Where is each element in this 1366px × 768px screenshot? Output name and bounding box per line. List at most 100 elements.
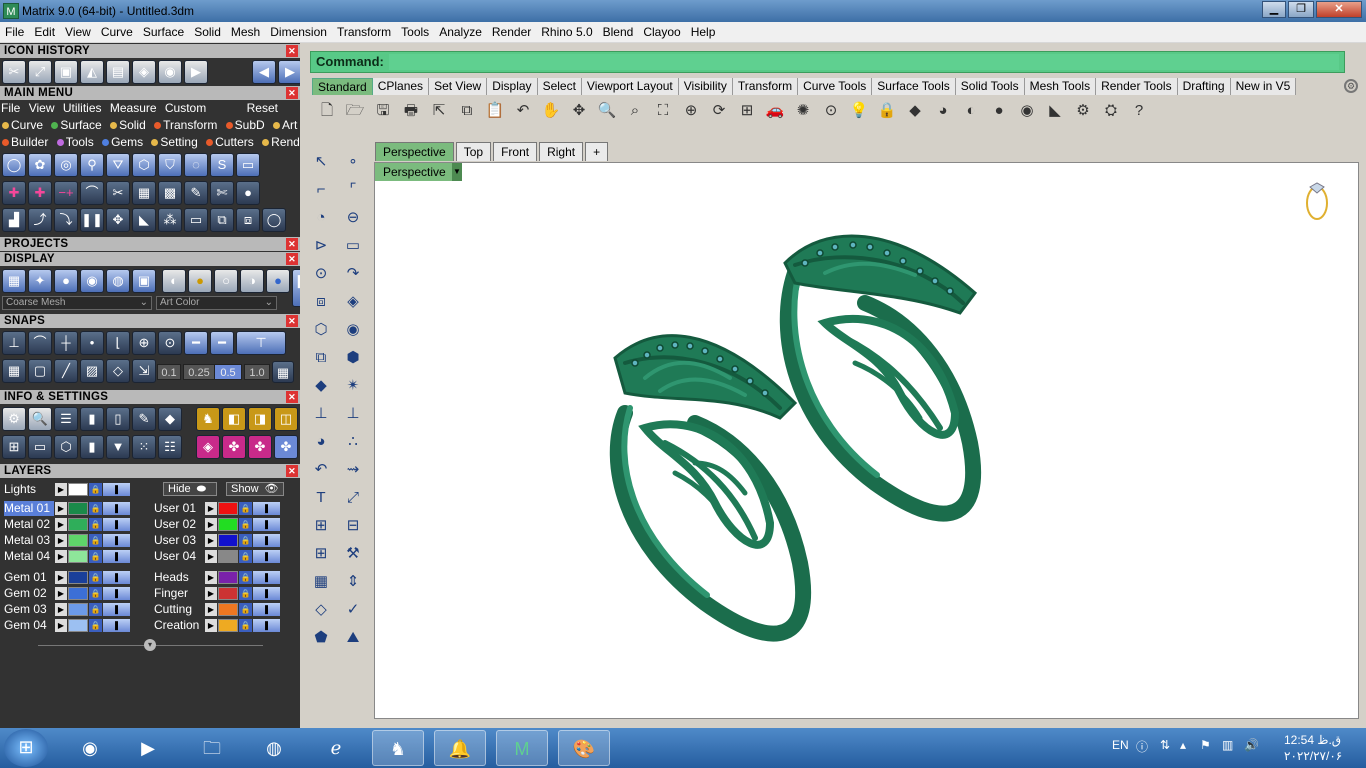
list-icon[interactable]: ☷ — [158, 435, 182, 459]
lock-icon[interactable]: 🔒 — [239, 550, 252, 563]
layer-name[interactable]: Metal 02 — [4, 517, 54, 532]
side-tool-icon[interactable]: ⊞ — [309, 542, 333, 566]
toolbar-tab[interactable]: Set View — [429, 78, 488, 95]
toolbar-tab[interactable]: Mesh Tools — [1024, 78, 1097, 95]
menu-blend[interactable]: Blend — [598, 22, 639, 42]
menu-tools[interactable]: Tools — [396, 22, 434, 42]
side-tool-icon[interactable]: ⊙ — [309, 262, 333, 286]
visibility-toggle[interactable]: ❚ — [253, 518, 280, 531]
layer-row[interactable]: User 03 ▶ 🔒 ❚ — [150, 533, 300, 548]
xray-display-icon[interactable]: ▣ — [132, 269, 156, 293]
history-tool-icon[interactable]: ▶ — [184, 60, 208, 84]
clock-date[interactable]: ۲۰۲۲/۲۷/۰۶ — [1284, 749, 1342, 763]
copy-icon[interactable]: ⧉ — [455, 99, 479, 123]
side-tool-icon[interactable]: ⬢ — [341, 346, 365, 370]
open-icon[interactable]: 🗁 — [343, 99, 367, 123]
snap-quad-icon[interactable]: ━ — [210, 331, 234, 355]
toolbar-tab[interactable]: Standard — [312, 78, 373, 95]
doc-info-icon[interactable]: ▯ — [106, 407, 130, 431]
side-tool-icon[interactable]: ◉ — [341, 318, 365, 342]
history-tool-icon[interactable]: ⤢ — [28, 60, 52, 84]
lock-icon[interactable]: 🔒 — [239, 603, 252, 616]
history-forward-icon[interactable]: ▶ — [278, 60, 302, 84]
collapse-icon[interactable]: ▾ — [144, 639, 156, 651]
toolbar-tab[interactable]: Display — [487, 78, 538, 95]
material-icon[interactable]: ◐ — [959, 99, 983, 123]
layer-name[interactable]: Finger — [154, 586, 204, 601]
side-tool-icon[interactable]: ✓ — [341, 598, 365, 622]
rhino-icon[interactable]: ♞ — [372, 730, 424, 766]
expand-arrow-icon[interactable]: ▶ — [55, 502, 67, 515]
cube-snap-icon[interactable]: ▢ — [28, 359, 52, 383]
layers-info-icon[interactable]: ☰ — [54, 407, 78, 431]
menu-solid-item[interactable]: Solid — [110, 118, 146, 132]
layer-row[interactable]: Gem 04 ▶ 🔒 ❚ — [0, 618, 150, 633]
menu-file[interactable]: File — [0, 22, 29, 42]
toolbar-tab[interactable]: Viewport Layout — [581, 78, 679, 95]
flow-tool-icon[interactable]: ◣ — [132, 208, 156, 232]
menu-mesh[interactable]: Mesh — [226, 22, 265, 42]
lock-icon[interactable]: 🔒 — [89, 534, 102, 547]
layer-color-swatch[interactable] — [68, 603, 88, 616]
menu-gems-item[interactable]: Gems — [102, 135, 143, 149]
side-tool-icon[interactable]: ◔ — [309, 206, 333, 230]
expand-arrow-icon[interactable]: ▶ — [205, 619, 217, 632]
menu-render[interactable]: Render — [487, 22, 536, 42]
side-tool-icon[interactable]: ⧉ — [309, 346, 333, 370]
show-hidden-icons-icon[interactable]: ▴ — [1180, 738, 1186, 752]
grid-snap-icon[interactable]: ▦ — [2, 359, 26, 383]
render-icon[interactable]: ◕ — [931, 99, 955, 123]
snap-near-icon[interactable]: ⌒ — [28, 331, 52, 355]
layer-row[interactable]: Cutting ▶ 🔒 ❚ — [150, 602, 300, 617]
spiral-tool-icon[interactable]: S — [210, 153, 234, 177]
blue-tool-icon[interactable]: ✤ — [274, 435, 298, 459]
pink-tool-icon[interactable]: ✤ — [222, 435, 246, 459]
pink-tool-icon[interactable]: ◈ — [196, 435, 220, 459]
layer-color-swatch[interactable] — [218, 518, 238, 531]
side-tool-icon[interactable]: ⬟ — [309, 626, 333, 650]
main-menu-utilities[interactable]: Utilities — [63, 101, 102, 115]
brush-tool-icon[interactable]: ✎ — [184, 181, 208, 205]
menu-transform[interactable]: Transform — [332, 22, 396, 42]
angle-snap-icon[interactable]: ▨ — [80, 359, 104, 383]
menu-tools-item[interactable]: Tools — [56, 135, 94, 149]
visibility-toggle[interactable]: ❚ — [103, 534, 130, 547]
minus-plus-icon[interactable]: −+ — [54, 181, 78, 205]
fit-tool-icon[interactable]: ▭ — [184, 208, 208, 232]
close-icon[interactable]: ✕ — [286, 315, 298, 327]
main-menu-file[interactable]: File — [1, 101, 20, 115]
layer-color-swatch[interactable] — [68, 587, 88, 600]
layer-color-swatch[interactable] — [218, 571, 238, 584]
layer-row[interactable]: User 01 ▶ 🔒 ❚ — [150, 501, 300, 516]
layer-name[interactable]: Gem 01 — [4, 570, 54, 585]
material-gold-icon[interactable]: ● — [188, 269, 212, 293]
layer-color-swatch[interactable] — [218, 603, 238, 616]
layer-color-swatch[interactable] — [68, 502, 88, 515]
side-tool-icon[interactable]: ⛰ — [341, 626, 365, 650]
snap-end-icon[interactable]: ⊥ — [2, 331, 26, 355]
sweep-tool-icon[interactable]: ⤵ — [54, 208, 78, 232]
new-file-icon[interactable]: 🗋 — [315, 99, 339, 123]
close-button[interactable]: ✕ — [1316, 1, 1362, 18]
layer-color-swatch[interactable] — [68, 483, 88, 496]
main-menu-view[interactable]: View — [29, 101, 55, 115]
zoom-selected-icon[interactable]: ⊕ — [679, 99, 703, 123]
layer-color-swatch[interactable] — [218, 550, 238, 563]
main-menu-measure[interactable]: Measure — [110, 101, 157, 115]
bezel-tool-icon[interactable]: ⬡ — [132, 153, 156, 177]
menu-curve-item[interactable]: Curve — [2, 118, 43, 132]
side-tool-icon[interactable]: ↷ — [341, 262, 365, 286]
matrix-taskbar-icon[interactable]: M — [496, 730, 548, 766]
lock-icon[interactable]: 🔒 — [239, 518, 252, 531]
side-tool-icon[interactable]: ◈ — [341, 290, 365, 314]
side-tool-icon[interactable]: ↖ — [309, 150, 333, 174]
visibility-toggle[interactable]: ❚ — [253, 587, 280, 600]
close-icon[interactable]: ✕ — [286, 391, 298, 403]
viewport-tab[interactable]: Right — [539, 142, 584, 161]
layer-color-swatch[interactable] — [218, 534, 238, 547]
flag-icon[interactable]: ⚑ — [1200, 738, 1211, 752]
menu-analyze[interactable]: Analyze — [434, 22, 487, 42]
visibility-toggle[interactable]: ❚ — [253, 550, 280, 563]
expand-arrow-icon[interactable]: ▶ — [55, 619, 67, 632]
layer-row[interactable]: Metal 03 ▶ 🔒 ❚ — [0, 533, 150, 548]
